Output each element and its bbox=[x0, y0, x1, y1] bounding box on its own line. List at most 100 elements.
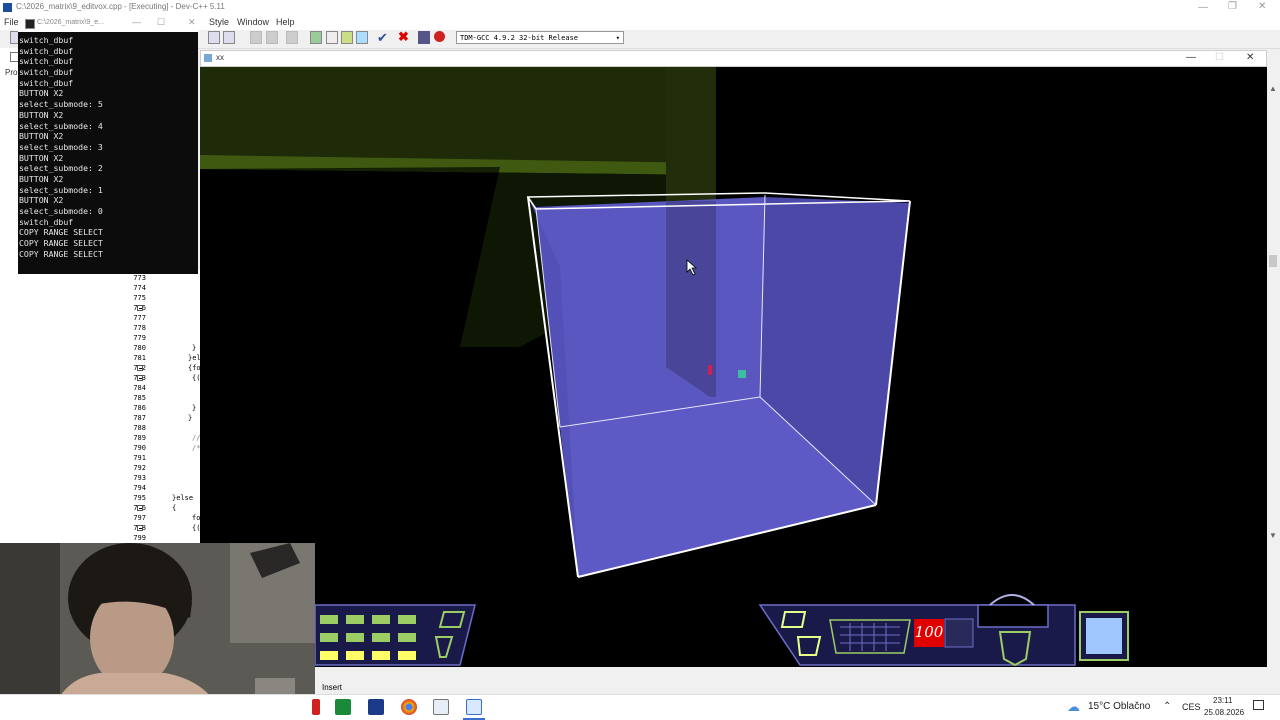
toolbar-run-icon[interactable] bbox=[326, 31, 338, 44]
console-output: switch_dbuf switch_dbuf switch_dbuf swit… bbox=[19, 35, 197, 259]
weather-text[interactable]: 15°C Oblačno bbox=[1088, 701, 1150, 712]
console-app-icon bbox=[25, 19, 35, 29]
console-maximize-icon[interactable]: ☐ bbox=[157, 17, 165, 28]
voxel-marker-cyan bbox=[738, 370, 746, 378]
toolbar-rebuild-icon[interactable] bbox=[356, 31, 368, 44]
menu-style[interactable]: Style bbox=[209, 17, 229, 27]
line-number: 779 bbox=[133, 334, 146, 342]
toolbar-check-icon[interactable]: ✔ bbox=[377, 30, 388, 46]
line-number: 794 bbox=[133, 484, 146, 492]
code-text[interactable]: }else bbox=[172, 494, 193, 502]
console-line: COPY RANGE SELECT bbox=[19, 227, 103, 238]
taskbar-app-icon[interactable] bbox=[368, 699, 384, 715]
editor-scrollbar[interactable] bbox=[1267, 67, 1280, 542]
code-text[interactable]: } bbox=[192, 404, 196, 412]
clock-time[interactable]: 23:11 bbox=[1213, 696, 1232, 705]
line-number: 777 bbox=[133, 314, 146, 322]
line-number: 784 bbox=[133, 384, 146, 392]
ide-close-icon[interactable]: ✕ bbox=[1258, 1, 1266, 12]
console-line: BUTTON X2 bbox=[19, 131, 64, 142]
line-number: 785 bbox=[133, 394, 146, 402]
toolbar-bookmark-forward-icon[interactable] bbox=[266, 31, 278, 44]
toolbar-compile-icon[interactable] bbox=[310, 31, 322, 44]
toolbar-goto-icon[interactable] bbox=[286, 31, 298, 44]
toolbar-list-icon[interactable] bbox=[208, 31, 220, 44]
code-text[interactable]: } bbox=[188, 414, 192, 422]
3d-viewport[interactable]: 100 bbox=[200, 67, 1267, 667]
tray-chevron-up-icon[interactable]: ⌃ bbox=[1163, 701, 1171, 712]
console-line: select_submode: 5 bbox=[19, 99, 103, 110]
console-line: select_submode: 3 bbox=[19, 141, 103, 152]
console-line: switch_dbuf bbox=[19, 35, 74, 45]
taskbar-app-icon[interactable] bbox=[466, 699, 482, 715]
ide-minimize-icon[interactable]: — bbox=[1198, 2, 1208, 13]
taskbar-app-icon[interactable] bbox=[335, 699, 351, 715]
game-window-title: xx bbox=[216, 53, 224, 62]
line-number: 774 bbox=[133, 284, 146, 292]
console-close-icon[interactable]: ✕ bbox=[188, 17, 196, 28]
hud-counter: 100 bbox=[914, 623, 944, 641]
hud-right-panel bbox=[758, 594, 1129, 667]
fold-toggle-icon[interactable] bbox=[137, 505, 143, 511]
toolbar-chart-icon[interactable] bbox=[418, 31, 430, 44]
voxel-marker-red bbox=[708, 365, 712, 375]
game-titlebar[interactable] bbox=[200, 50, 1267, 67]
taskbar-app-icon[interactable] bbox=[433, 699, 449, 715]
line-number: 799 bbox=[133, 534, 146, 542]
line-number: 781 bbox=[133, 354, 146, 362]
taskbar-app-icon[interactable] bbox=[312, 699, 320, 715]
toolbar-bookmark-back-icon[interactable] bbox=[250, 31, 262, 44]
game-maximize-icon[interactable]: ☐ bbox=[1215, 52, 1224, 63]
line-number: 793 bbox=[133, 474, 146, 482]
game-minimize-icon[interactable]: — bbox=[1186, 52, 1196, 63]
code-text[interactable]: } bbox=[192, 344, 196, 352]
line-number: 773 bbox=[133, 274, 146, 282]
editor-gutter: 773 774 775 776 777 778 779 780 } 781 }e… bbox=[112, 270, 205, 543]
input-language[interactable]: CES bbox=[1182, 702, 1201, 712]
fold-toggle-icon[interactable] bbox=[137, 365, 143, 371]
console-line: switch_dbuf bbox=[19, 56, 74, 67]
toolbar-stop-icon[interactable]: ✖ bbox=[398, 29, 409, 45]
line-number: 780 bbox=[133, 344, 146, 352]
console-line: BUTTON X2 bbox=[19, 195, 64, 206]
menu-file[interactable]: File bbox=[4, 17, 19, 27]
line-number: 789 bbox=[133, 434, 146, 442]
game-close-icon[interactable]: ✕ bbox=[1246, 52, 1254, 63]
console-line: select_submode: 0 bbox=[19, 206, 103, 216]
game-app-icon bbox=[204, 54, 212, 62]
console-line: COPY RANGE SELECT bbox=[19, 238, 103, 249]
code-text[interactable]: }el bbox=[188, 354, 201, 362]
toolbar-indent-icon[interactable] bbox=[223, 31, 235, 44]
fold-toggle-icon[interactable] bbox=[137, 375, 143, 381]
line-number: 792 bbox=[133, 464, 146, 472]
fold-toggle-icon[interactable] bbox=[137, 305, 143, 311]
console-minimize-icon[interactable]: — bbox=[132, 17, 141, 27]
notification-icon[interactable] bbox=[1253, 700, 1264, 710]
project-tab[interactable]: Pro bbox=[5, 68, 17, 77]
scroll-down-icon[interactable]: ▼ bbox=[1269, 531, 1277, 540]
toolbar-debug-icon[interactable] bbox=[434, 31, 445, 42]
cloud-icon[interactable]: ☁ bbox=[1067, 699, 1080, 715]
compiler-select[interactable]: TDM-GCC 4.9.2 32-bit Release ▾ bbox=[456, 31, 624, 44]
line-number: 795 bbox=[133, 494, 146, 502]
console-window-title: C:\2026_matrix\9_e... bbox=[37, 19, 104, 26]
console-line: switch_dbuf bbox=[19, 77, 74, 88]
3d-scene[interactable] bbox=[200, 67, 1267, 667]
scroll-up-icon[interactable]: ▲ bbox=[1269, 84, 1277, 93]
taskbar-chrome-icon[interactable] bbox=[401, 699, 417, 715]
clock-date[interactable]: 25.08.2026 bbox=[1204, 708, 1244, 717]
code-text[interactable]: {fo bbox=[188, 364, 201, 372]
line-number: 778 bbox=[133, 324, 146, 332]
code-text[interactable]: { bbox=[172, 504, 176, 512]
menu-help[interactable]: Help bbox=[276, 17, 295, 27]
menu-window[interactable]: Window bbox=[237, 17, 269, 27]
ide-maximize-icon[interactable]: ❐ bbox=[1228, 1, 1237, 12]
fold-toggle-icon[interactable] bbox=[137, 525, 143, 531]
line-number: 797 bbox=[133, 514, 146, 522]
line-number: 791 bbox=[133, 454, 146, 462]
scroll-thumb[interactable] bbox=[1269, 255, 1277, 267]
insert-mode-status: Insert bbox=[322, 683, 343, 692]
console-line: BUTTON X2 bbox=[19, 173, 64, 184]
green-slab-top bbox=[200, 67, 716, 165]
toolbar-compile-run-icon[interactable] bbox=[341, 31, 353, 44]
